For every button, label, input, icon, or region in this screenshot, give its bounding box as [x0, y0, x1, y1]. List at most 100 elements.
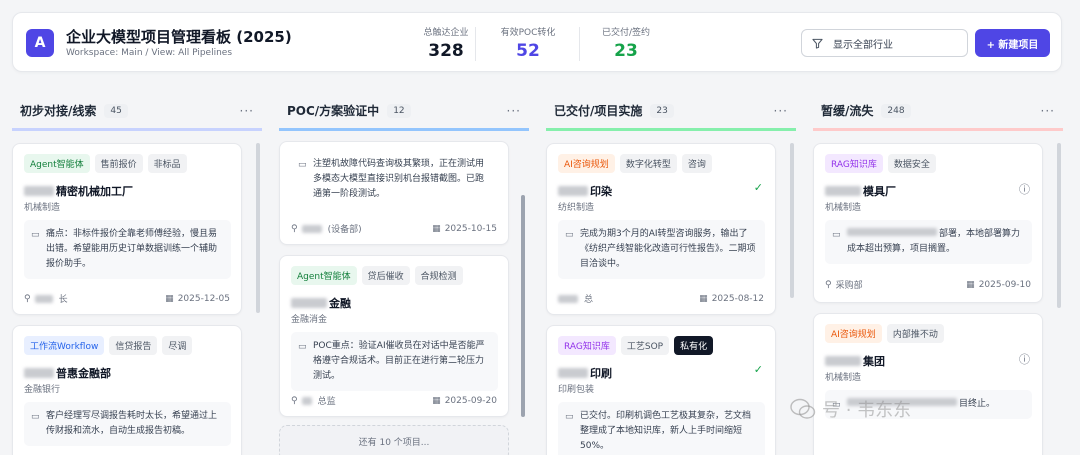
tag: 合规检测: [414, 266, 463, 285]
workspace-breadcrumb: Workspace: Main / View: All Pipelines: [66, 48, 233, 58]
column-card-list[interactable]: AI咨询规划 数字化转型 咨询 ✓ 印染 纺织制造 ▭ 完成为期3个月的AI转型…: [546, 143, 796, 455]
stat-divider: [475, 27, 476, 61]
company-name: 模具厂: [825, 183, 896, 199]
tag: 尽调: [162, 336, 193, 355]
redacted-text: [24, 368, 54, 378]
card-tags: AI咨询规划 内部推不动: [825, 324, 944, 343]
redacted-text: [558, 186, 588, 196]
filter-icon: [812, 38, 823, 49]
redacted-text: [558, 294, 578, 303]
check-circle-icon: ✓: [753, 363, 763, 376]
owner: ⚲ (设备部): [291, 223, 362, 236]
project-card[interactable]: 工作流Workflow 信贷报告 尽调 普惠金融部 金融银行 ▭ 客户经理写尽调…: [12, 325, 242, 455]
tag: 数字化转型: [619, 154, 677, 173]
due-date: ▦ 2025-10-15: [432, 223, 497, 234]
project-card[interactable]: Agent智能体 贷后催收 合规检测 金融 金融消金 ▭ POC重点：验证AI催…: [279, 255, 509, 417]
calendar-icon: ▦: [165, 293, 174, 304]
owner: 总: [558, 292, 593, 305]
column-title: 暂缓/流失: [821, 104, 874, 118]
new-project-button[interactable]: + 新建项目: [975, 29, 1050, 57]
comment-icon: ▭: [565, 230, 574, 240]
redacted-text: [34, 294, 53, 303]
column-title: 初步对接/线索: [20, 104, 97, 118]
project-card[interactable]: Agent智能体 售前报价 非标品 精密机械加工厂 机械制造 ▭ 痛点：非标件报…: [12, 143, 242, 315]
column-count-badge: 23: [650, 103, 674, 118]
column-more-icon[interactable]: ···: [240, 104, 254, 118]
user-icon: ⚲: [825, 279, 832, 290]
scrollbar[interactable]: [1057, 143, 1061, 308]
tag: 工艺SOP: [620, 336, 670, 355]
project-card[interactable]: ▭ 注塑机故障代码查询极其繁琐，正在测试用多模态大模型直接识别机台报错截图。已跑…: [279, 141, 509, 245]
user-icon: ⚲: [291, 223, 298, 234]
industry-label: 金融消金: [291, 315, 328, 325]
card-meta: ⚲ 长 ▦ 2025-12-05: [24, 292, 230, 306]
owner: ⚲ 长: [24, 293, 68, 306]
column-poc: POC/方案验证中 12 ··· ▭ 注塑机故障代码查询极其繁琐，正在测试用多模…: [279, 93, 529, 455]
card-note: ▭ 已交付。印刷机调色工艺极其复杂，艺文档整理成了本地知识库，新人上手时间缩短5…: [558, 402, 765, 455]
column-more-icon[interactable]: ···: [774, 104, 788, 118]
scrollbar[interactable]: [790, 143, 794, 298]
column-more-icon[interactable]: ···: [1041, 104, 1055, 118]
tag: 咨询: [681, 154, 712, 173]
company-name: 印染: [558, 183, 612, 199]
scrollbar[interactable]: [521, 195, 525, 417]
tag: 工作流Workflow: [24, 336, 105, 355]
industry-filter-select[interactable]: 显示全部行业: [801, 29, 968, 57]
scrollbar[interactable]: [256, 143, 260, 313]
project-card[interactable]: AI咨询规划 数字化转型 咨询 ✓ 印染 纺织制造 ▭ 完成为期3个月的AI转型…: [546, 143, 776, 315]
info-icon: ⓘ: [1019, 183, 1030, 196]
tag: RAG知识库: [558, 336, 616, 355]
comment-icon: ▭: [298, 342, 307, 352]
redacted-text: [301, 396, 312, 405]
card-meta: 总 ▦ 2025-08-12: [558, 292, 764, 305]
company-name: 印刷: [558, 365, 612, 381]
calendar-icon: ▦: [432, 223, 441, 234]
due-date: ▦ 2025-12-05: [165, 293, 230, 304]
card-tags: 工作流Workflow 信贷报告 尽调: [24, 336, 193, 355]
card-note: ▭ 注塑机故障代码查询极其繁琐，正在测试用多模态大模型直接识别机台报错截图。已跑…: [298, 159, 485, 199]
user-icon: ⚲: [24, 293, 31, 304]
comment-icon: ▭: [31, 230, 40, 240]
calendar-icon: ▦: [699, 293, 708, 304]
tag: 售前报价: [94, 154, 143, 173]
more-projects-link[interactable]: 还有 10 个项目...: [279, 425, 509, 455]
tag: 私有化: [674, 336, 714, 355]
column-more-icon[interactable]: ···: [507, 104, 521, 118]
tag: 非标品: [147, 154, 187, 173]
tag: AI咨询规划: [558, 154, 615, 173]
column-leads: 初步对接/线索 45 ··· Agent智能体 售前报价 非标品 精密机械加工厂…: [12, 93, 262, 455]
column-header: 初步对接/线索 45 ···: [12, 93, 262, 131]
tag: 数据安全: [887, 154, 936, 173]
redacted-text: [301, 224, 322, 233]
industry-label: 纺织制造: [558, 203, 595, 213]
column-card-list[interactable]: ▭ 注塑机故障代码查询极其繁琐，正在测试用多模态大模型直接识别机台报错截图。已跑…: [279, 141, 529, 455]
watermark: 号 · 韦东东: [790, 396, 911, 422]
column-delivered: 已交付/项目实施 23 ··· AI咨询规划 数字化转型 咨询 ✓ 印染 纺织制…: [546, 93, 796, 455]
filter-label: 显示全部行业: [833, 39, 893, 51]
redacted-text: [825, 356, 861, 366]
project-card[interactable]: RAG知识库 工艺SOP 私有化 ✓ 印刷 印刷包装 ▭ 已交付。印刷机调色工艺…: [546, 325, 776, 455]
column-header: POC/方案验证中 12 ···: [279, 93, 529, 131]
card-note: ▭ 客户经理写尽调报告耗时太长，希望通过上传财报和流水，自动生成报告初稿。: [24, 402, 231, 446]
column-header: 暂缓/流失 248 ···: [813, 93, 1063, 131]
column-card-list[interactable]: Agent智能体 售前报价 非标品 精密机械加工厂 机械制造 ▭ 痛点：非标件报…: [12, 143, 262, 455]
tag: 贷后催收: [361, 266, 410, 285]
redacted-text: [825, 186, 861, 196]
comment-icon: ▭: [565, 412, 574, 422]
project-card[interactable]: AI咨询规划 内部推不动 ⓘ 集团 机械制造 ▭ 目终止。: [813, 313, 1043, 455]
project-card[interactable]: RAG知识库 数据安全 ⓘ 模具厂 机械制造 ▭ 部署，本地部署算力成本超出预算…: [813, 143, 1043, 303]
due-date: ▦ 2025-09-20: [432, 395, 497, 406]
card-note: ▭ 部署，本地部署算力成本超出预算，项目搁置。: [825, 220, 1032, 264]
card-tags: RAG知识库 工艺SOP 私有化: [558, 336, 714, 355]
due-date: ▦ 2025-09-10: [966, 279, 1031, 290]
redacted-text: [24, 186, 54, 196]
column-title: 已交付/项目实施: [554, 104, 643, 118]
owner: ⚲ 总监: [291, 395, 336, 408]
user-icon: ⚲: [291, 395, 298, 406]
redacted-text: [291, 298, 327, 308]
comment-icon: ▭: [31, 412, 40, 422]
top-header: A 企业大模型项目管理看板 (2025) Workspace: Main / V…: [12, 12, 1062, 72]
comment-icon: ▭: [832, 230, 841, 240]
industry-label: 印刷包装: [558, 385, 595, 395]
check-circle-icon: ✓: [753, 181, 763, 194]
